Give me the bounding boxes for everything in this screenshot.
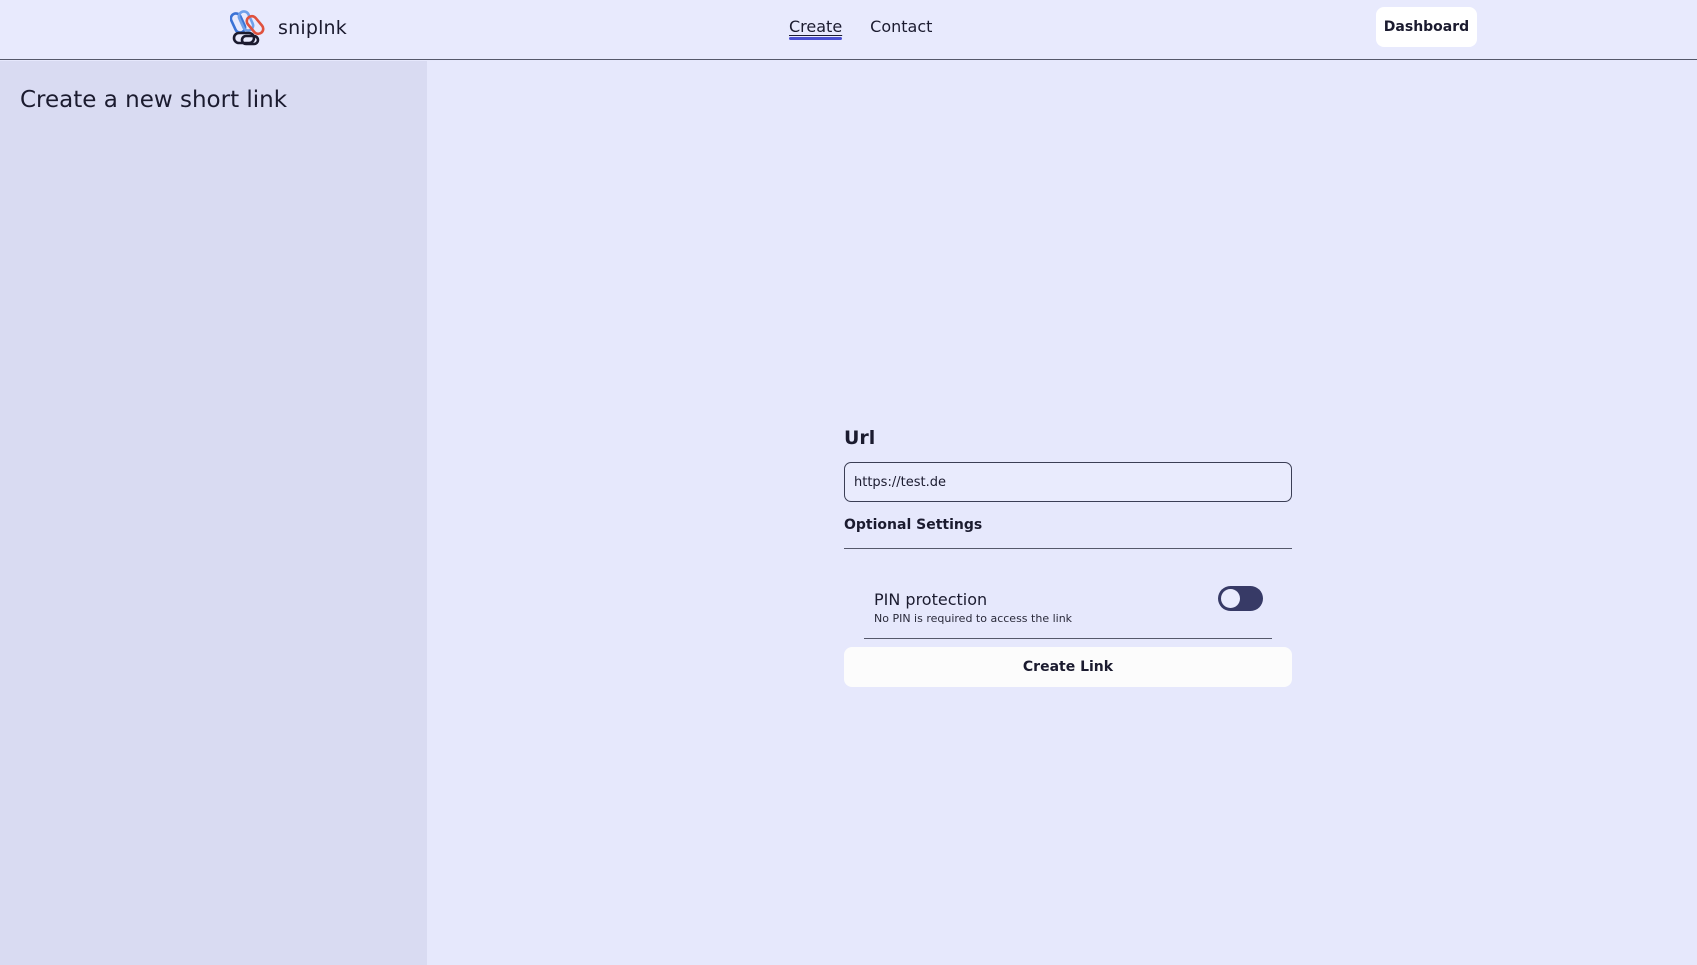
nav-create-link[interactable]: Create (789, 17, 843, 40)
optional-settings-header[interactable]: Optional Settings (844, 517, 1292, 549)
nav-contact-link[interactable]: Contact (870, 17, 932, 39)
brand-name: sniplnk (278, 17, 348, 39)
sidebar-panel: Create a new short link (0, 61, 427, 965)
create-link-button[interactable]: Create Link (844, 647, 1292, 687)
top-header: sniplnk Create Contact Dashboard (0, 0, 1697, 60)
pin-protection-toggle[interactable] (1218, 586, 1263, 611)
chain-link-icon (230, 10, 265, 46)
pin-protection-row: PIN protection No PIN is required to acc… (864, 549, 1272, 639)
toggle-knob (1221, 589, 1240, 608)
url-label: Url (844, 427, 876, 449)
main-nav: Create Contact (789, 17, 932, 40)
url-input[interactable] (844, 462, 1292, 502)
page-title: Create a new short link (20, 87, 288, 113)
brand-logo-link[interactable]: sniplnk (230, 9, 347, 47)
pin-protection-title: PIN protection (874, 590, 988, 609)
pin-protection-description: No PIN is required to access the link (874, 612, 1073, 625)
create-link-form: Url Optional Settings PIN protection No … (844, 427, 1292, 687)
dashboard-button[interactable]: Dashboard (1376, 7, 1477, 47)
